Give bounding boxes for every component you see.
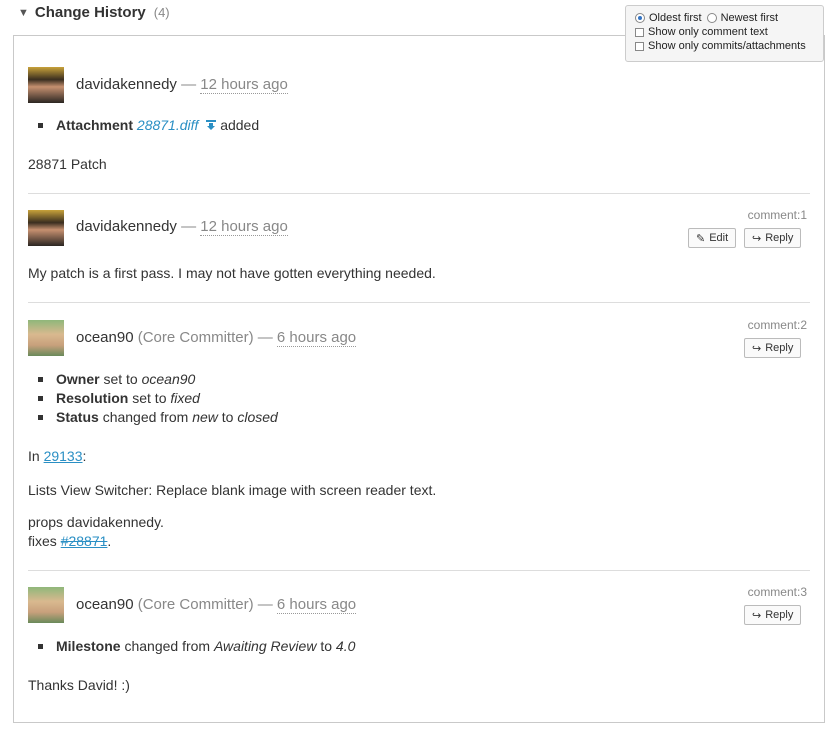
reply-arrow-icon: ↪	[752, 609, 762, 622]
history-count: (4)	[153, 5, 170, 20]
section-title: Change History	[34, 4, 146, 21]
avatar[interactable]	[28, 587, 64, 623]
changeset-line: In 29133:	[28, 448, 87, 464]
comment-number-link[interactable]: comment:3	[748, 585, 807, 599]
commit-props: props davidakennedy.	[28, 514, 164, 530]
comment-only-checkbox[interactable]	[635, 27, 644, 37]
changeset-link[interactable]: 29133	[44, 448, 83, 464]
commit-fixes: fixes #28871.	[28, 533, 112, 549]
timestamp-link[interactable]: 6 hours ago	[276, 596, 357, 614]
timestamp-link[interactable]: 12 hours ago	[200, 218, 288, 236]
author-name: ocean90	[76, 329, 134, 346]
comment-body: My patch is a first pass. I may not have…	[28, 265, 436, 281]
reply-button[interactable]: ↪ Reply	[744, 605, 802, 625]
list-item: Status changed from new to closed	[38, 409, 278, 425]
entry-separator	[28, 570, 810, 571]
entry-byline: ocean90 (Core Committer) — 6 hours ago	[76, 329, 357, 347]
oldest-first-label[interactable]: Oldest first	[649, 12, 702, 24]
reply-arrow-icon: ↪	[752, 232, 762, 245]
ticket-link[interactable]: #28871	[61, 533, 108, 549]
comment-body: Thanks David! :)	[28, 677, 130, 693]
timestamp-link[interactable]: 12 hours ago	[200, 76, 288, 94]
avatar[interactable]	[28, 210, 64, 246]
download-icon[interactable]	[206, 117, 217, 130]
pencil-icon: ✎	[696, 232, 706, 245]
collapse-triangle-icon[interactable]: ▼	[18, 7, 29, 19]
comment-number-link[interactable]: comment:1	[748, 208, 807, 222]
comment-only-label[interactable]: Show only comment text	[648, 26, 768, 38]
comment-body: 28871 Patch	[28, 156, 107, 172]
list-item: Attachment 28871.diff added	[37, 117, 260, 133]
commits-only-checkbox[interactable]	[635, 41, 644, 51]
entry-byline: ocean90 (Core Committer) — 6 hours ago	[76, 596, 357, 614]
newest-first-radio[interactable]	[706, 13, 717, 23]
edit-button[interactable]: ✎ Edit	[688, 228, 737, 248]
history-entry: ocean90 (Core Committer) — 6 hours ago c…	[28, 318, 810, 558]
history-entry: davidakennedy — 12 hours ago Attachment …	[28, 67, 810, 177]
entry-separator	[28, 193, 810, 194]
change-list: Milestone changed from Awaiting Review t…	[37, 637, 356, 656]
history-entry: ocean90 (Core Committer) — 6 hours ago c…	[28, 585, 810, 705]
history-preferences: Oldest first Newest first Show only comm…	[625, 5, 824, 62]
list-item: Owner set to ocean90	[38, 370, 278, 389]
change-list: Owner set to ocean90 Resolution set to f…	[38, 370, 278, 427]
newest-first-label[interactable]: Newest first	[721, 12, 778, 24]
entry-separator	[28, 302, 810, 303]
history-entry: davidakennedy — 12 hours ago comment:1 ✎…	[28, 208, 810, 288]
comment-number-link[interactable]: comment:2	[748, 318, 807, 332]
attachment-link[interactable]: 28871.diff	[137, 117, 199, 133]
list-item: Resolution set to fixed	[38, 389, 278, 408]
reply-arrow-icon: ↪	[752, 342, 762, 355]
reply-button[interactable]: ↪ Reply	[744, 228, 802, 248]
oldest-first-radio[interactable]	[635, 13, 645, 23]
change-history-header[interactable]: ▼ Change History (4)	[18, 4, 170, 21]
avatar[interactable]	[28, 67, 64, 103]
avatar[interactable]	[28, 320, 64, 356]
entry-byline: davidakennedy — 12 hours ago	[76, 76, 288, 94]
list-item: Milestone changed from Awaiting Review t…	[37, 638, 356, 654]
author-role: (Core Committer)	[137, 329, 254, 346]
timestamp-link[interactable]: 6 hours ago	[276, 329, 357, 347]
author-role: (Core Committer)	[137, 596, 254, 613]
commit-message: Lists View Switcher: Replace blank image…	[28, 482, 437, 498]
author-name: ocean90	[76, 596, 134, 613]
change-list: Attachment 28871.diff added	[37, 116, 260, 135]
reply-button[interactable]: ↪ Reply	[744, 338, 802, 358]
author-name: davidakennedy	[76, 218, 177, 235]
author-name: davidakennedy	[76, 76, 177, 93]
commits-only-label[interactable]: Show only commits/attachments	[648, 40, 806, 52]
entry-byline: davidakennedy — 12 hours ago	[76, 218, 288, 236]
